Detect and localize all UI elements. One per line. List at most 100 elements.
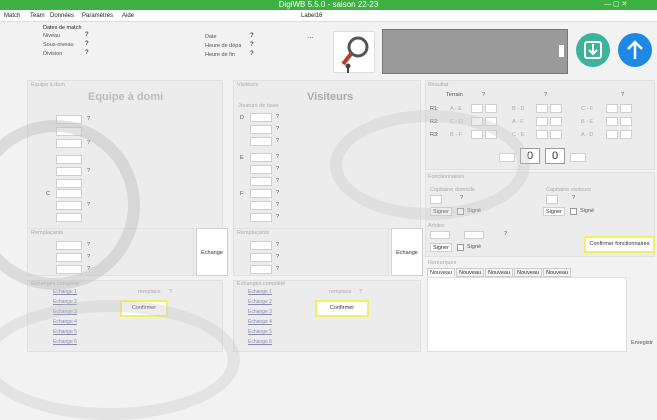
- score-field[interactable]: [606, 130, 618, 139]
- arbitre-select-1[interactable]: [430, 231, 450, 239]
- remarks-tab[interactable]: Nouveau: [514, 268, 543, 277]
- visitor-player-field[interactable]: [250, 189, 272, 198]
- score-field[interactable]: [550, 117, 562, 126]
- score-field[interactable]: [536, 117, 548, 126]
- home-echange-link[interactable]: Echange 3: [53, 309, 77, 315]
- r2-c: B - E: [581, 119, 594, 125]
- r2-label: R2:: [430, 119, 439, 125]
- home-q: ?: [87, 202, 91, 208]
- visitor-sub-field[interactable]: [250, 253, 272, 262]
- signer-ref-button[interactable]: Signer: [430, 243, 452, 252]
- menu-team[interactable]: Team: [30, 10, 45, 22]
- home-player-field[interactable]: [56, 115, 82, 124]
- home-c-label: C: [46, 191, 50, 197]
- visitor-echange-link[interactable]: Echange 4: [248, 319, 272, 325]
- upload-button[interactable]: [618, 33, 652, 67]
- visitor-sub-field[interactable]: [250, 265, 272, 274]
- home-echange-link[interactable]: Echange 5: [53, 329, 77, 335]
- signer-home-button[interactable]: Signer: [430, 207, 452, 216]
- visitor-echange-link[interactable]: Echange 2: [248, 299, 272, 305]
- home-player-field[interactable]: [56, 201, 82, 210]
- home-sub-field[interactable]: [56, 241, 82, 250]
- visitor-sub-field[interactable]: [250, 241, 272, 250]
- cap-away-field[interactable]: [546, 195, 558, 204]
- score-field[interactable]: [485, 130, 497, 139]
- score-field[interactable]: [620, 104, 632, 113]
- visitor-q: ?: [276, 154, 280, 160]
- home-player-field[interactable]: [56, 139, 82, 148]
- menu-donnees[interactable]: Données: [50, 10, 74, 22]
- home-player-field[interactable]: [56, 127, 82, 136]
- score-field[interactable]: [485, 104, 497, 113]
- home-echange-button[interactable]: Echange: [196, 228, 228, 276]
- score-field[interactable]: [606, 117, 618, 126]
- visitors-echange-button[interactable]: Echange: [391, 228, 423, 276]
- home-player-field[interactable]: [56, 213, 82, 222]
- score-field[interactable]: [471, 130, 483, 139]
- signer-away-button[interactable]: Signer: [543, 207, 565, 216]
- menu-match[interactable]: Match: [4, 10, 20, 22]
- visitor-player-field[interactable]: [250, 113, 272, 122]
- score-field[interactable]: [550, 104, 562, 113]
- remarks-textarea[interactable]: [427, 277, 627, 352]
- home-sub-field[interactable]: [56, 253, 82, 262]
- more-button[interactable]: ...: [307, 31, 314, 40]
- score-field[interactable]: [471, 104, 483, 113]
- visitor-player-field[interactable]: [250, 137, 272, 146]
- score-field[interactable]: [620, 117, 632, 126]
- remarks-tab[interactable]: Nouveau: [427, 268, 456, 277]
- visitor-player-field[interactable]: [250, 153, 272, 162]
- visitor-player-field[interactable]: [250, 201, 272, 210]
- score-field[interactable]: [536, 104, 548, 113]
- visitors-title: Visiteurs: [307, 91, 354, 103]
- home-echange-link[interactable]: Echange 6: [53, 339, 77, 345]
- scrollbar[interactable]: [559, 45, 564, 57]
- visitor-echange-link[interactable]: Echange 3: [248, 309, 272, 315]
- confirm-officials-button[interactable]: Confirmer fonctionnaires: [584, 236, 655, 253]
- score-field[interactable]: [536, 130, 548, 139]
- visitor-player-field[interactable]: [250, 165, 272, 174]
- home-confirm-button[interactable]: Confirmer: [120, 300, 168, 317]
- signe-away-checkbox[interactable]: [570, 208, 577, 215]
- r3-c: A - D: [581, 132, 594, 138]
- visitor-echange-link[interactable]: Echange 5: [248, 329, 272, 335]
- home-player-field[interactable]: [56, 155, 82, 164]
- home-echange-link[interactable]: Echange 2: [53, 299, 77, 305]
- cap-home-field[interactable]: [430, 195, 442, 204]
- home-remplace-q: ?: [169, 289, 173, 295]
- visitors-confirm-button[interactable]: Confirmer: [315, 300, 369, 317]
- visitor-player-field[interactable]: [250, 213, 272, 222]
- arbitre-select-2[interactable]: [464, 231, 484, 239]
- menu-parametres[interactable]: Paramètres: [82, 10, 113, 22]
- menu-aide[interactable]: Aide: [122, 10, 134, 22]
- search-icon[interactable]: [333, 31, 375, 73]
- visitor-player-field[interactable]: [250, 125, 272, 134]
- score-field[interactable]: [620, 130, 632, 139]
- download-button[interactable]: [576, 33, 610, 67]
- r3-a: B - F: [450, 132, 462, 138]
- visitor-echange-link[interactable]: Echange 6: [248, 339, 272, 345]
- save-button[interactable]: Enregistr: [631, 340, 653, 346]
- score-field[interactable]: [485, 117, 497, 126]
- home-sub-field[interactable]: [56, 265, 82, 274]
- r2-a: C - D: [450, 119, 463, 125]
- score-field[interactable]: [471, 117, 483, 126]
- window-controls[interactable]: — ▢ ✕: [604, 0, 627, 10]
- score-field[interactable]: [550, 130, 562, 139]
- home-echange-link[interactable]: Echange 1: [53, 289, 77, 295]
- visitor-echange-link[interactable]: Echange 1: [248, 289, 272, 295]
- remarks-tab[interactable]: Nouveau: [543, 268, 572, 277]
- visitor-player-field[interactable]: [250, 177, 272, 186]
- home-player-field[interactable]: [56, 167, 82, 176]
- remarks-tab[interactable]: Nouveau: [456, 268, 485, 277]
- visitor-q: ?: [276, 138, 280, 144]
- home-player-field[interactable]: [56, 179, 82, 188]
- total-right-field: [570, 153, 586, 162]
- score-field[interactable]: [606, 104, 618, 113]
- signe-ref-checkbox[interactable]: [457, 244, 464, 251]
- home-player-field[interactable]: [56, 189, 82, 198]
- home-echange-link[interactable]: Echange 4: [53, 319, 77, 325]
- signe-home-checkbox[interactable]: [457, 208, 464, 215]
- visitors-f-label: F: [240, 191, 244, 197]
- remarks-tab[interactable]: Nouveau: [485, 268, 514, 277]
